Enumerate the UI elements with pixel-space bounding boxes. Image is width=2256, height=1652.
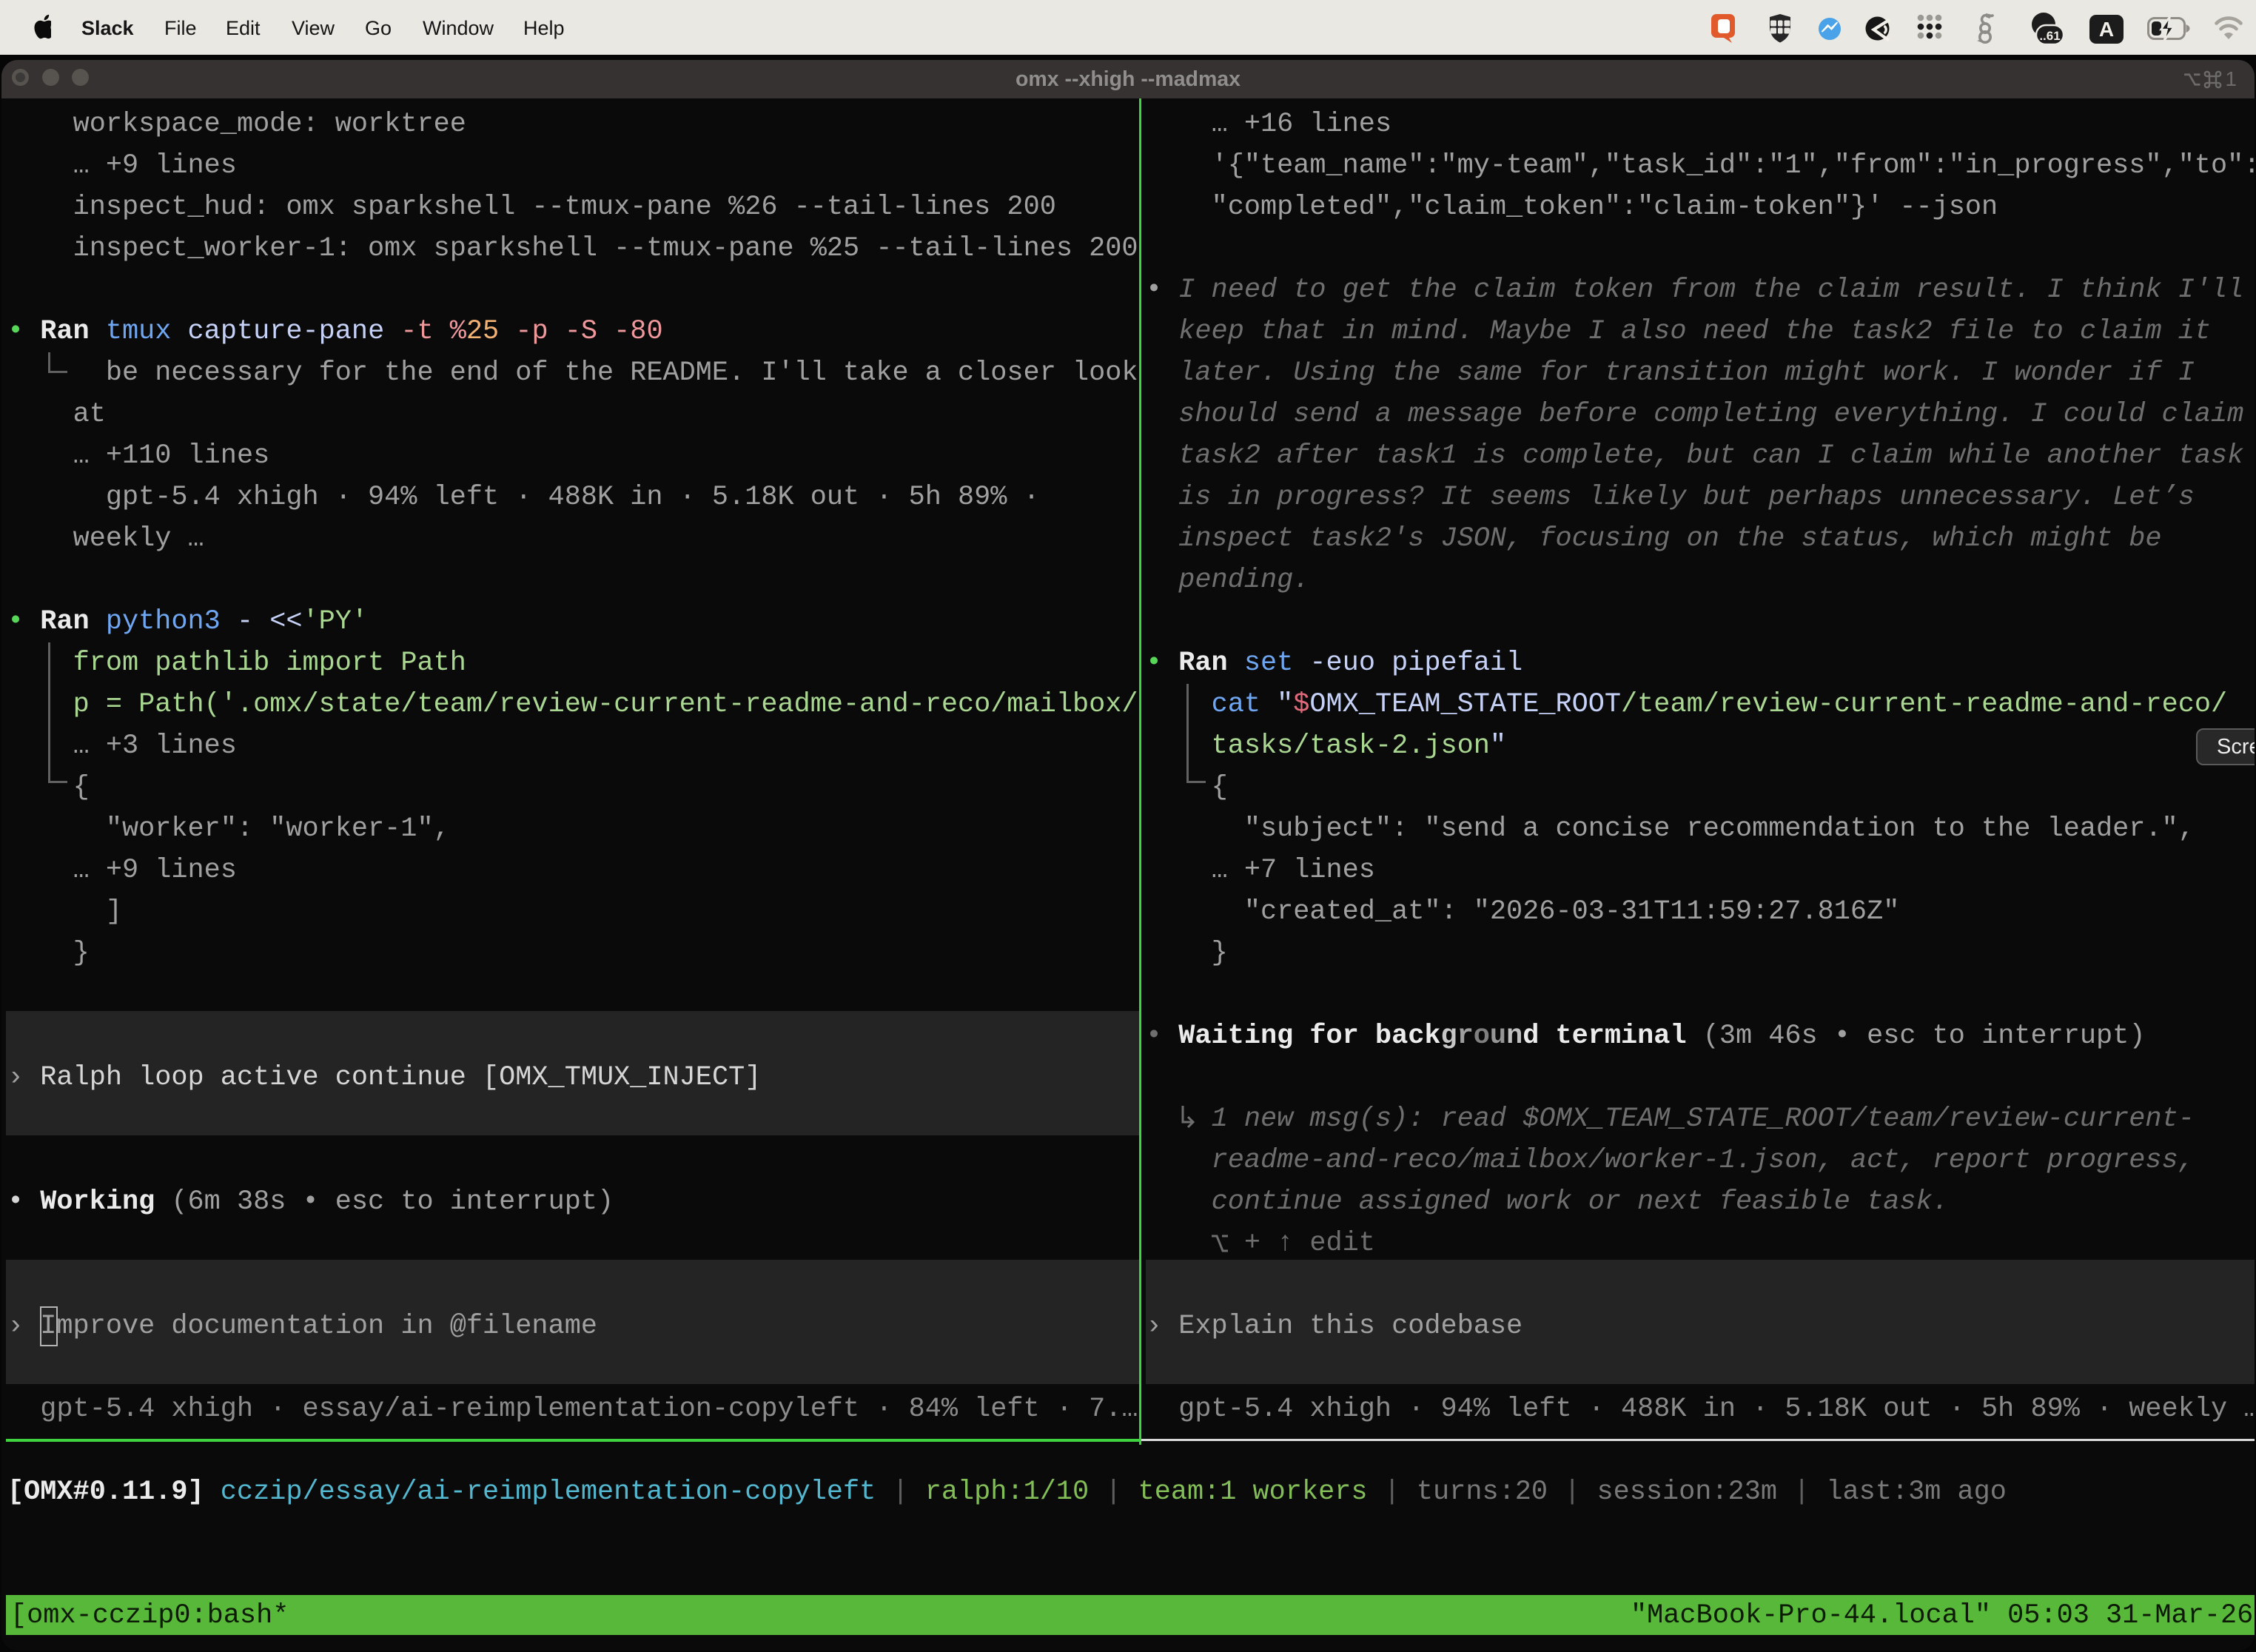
svg-text:..61: ..61: [2039, 29, 2060, 43]
